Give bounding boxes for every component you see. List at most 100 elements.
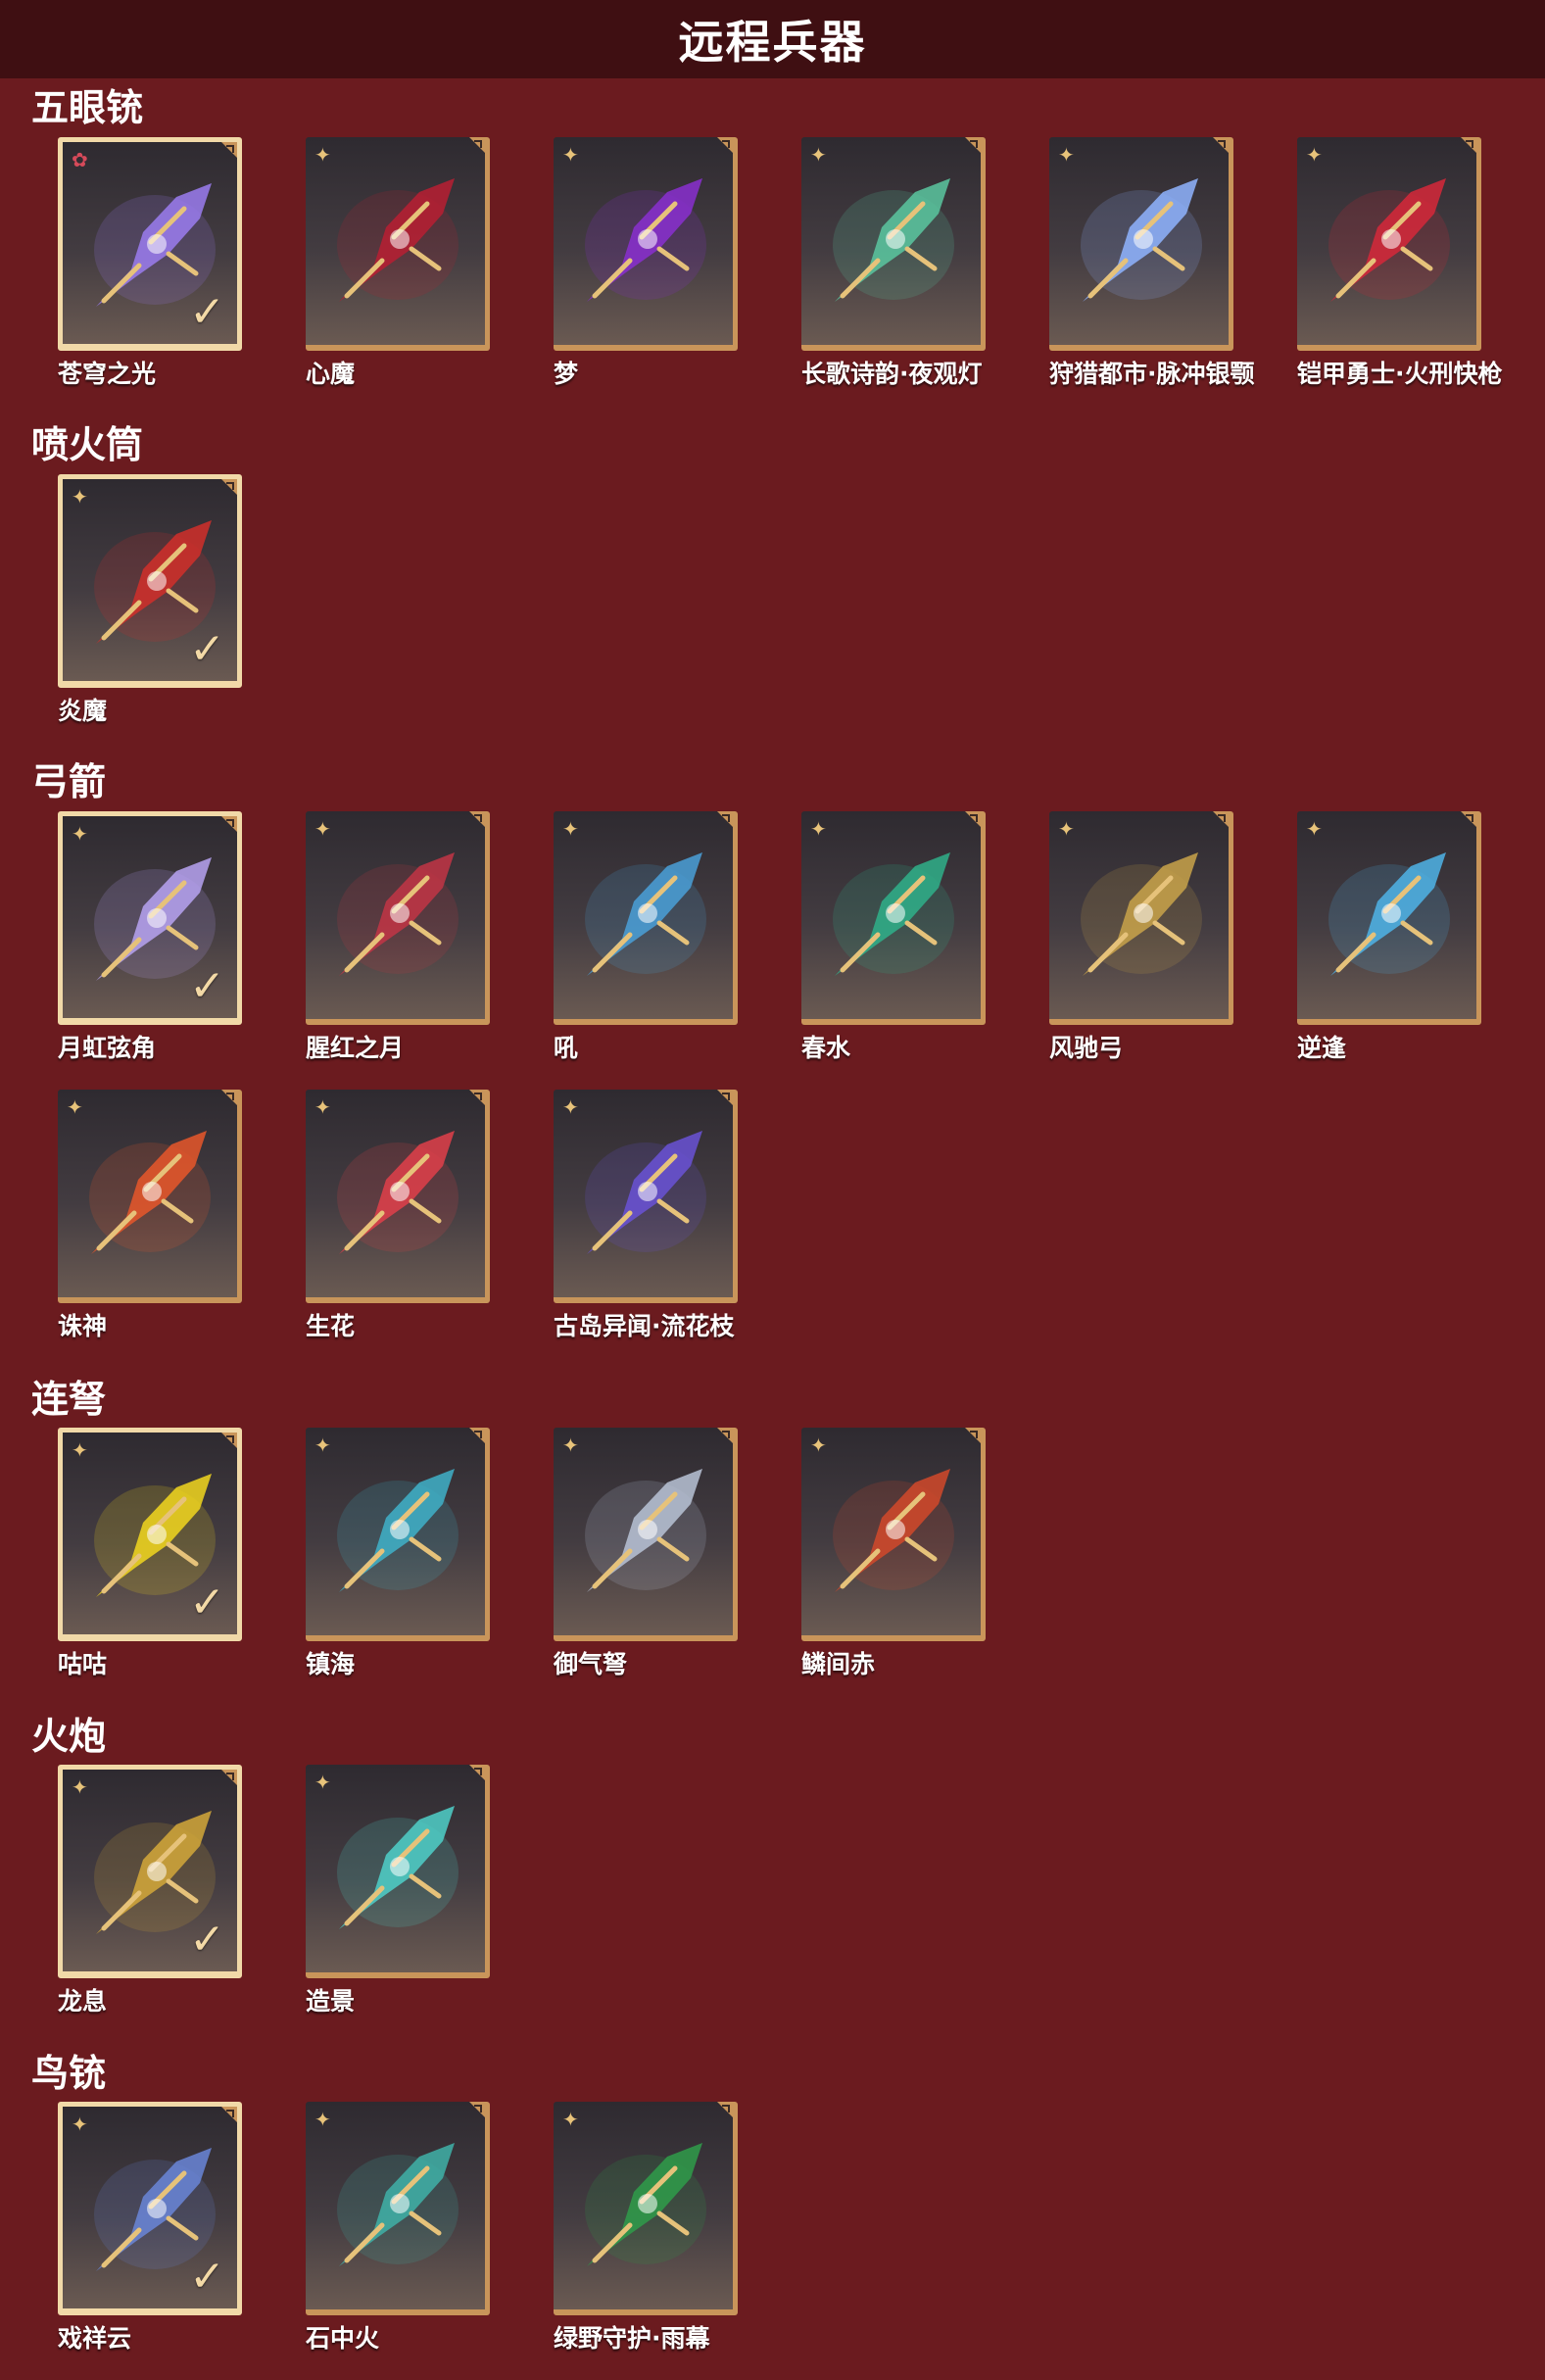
check-icon: ✓	[189, 1578, 225, 1627]
weapon-name: 诛神	[58, 1312, 108, 1340]
weapon-card[interactable]: ✦	[306, 1428, 490, 1641]
weapon-card[interactable]: ✦	[554, 1090, 738, 1303]
weapon-card[interactable]: ✦ ✓	[58, 1428, 242, 1641]
blossom-bow-icon	[337, 1131, 459, 1254]
weapon-item[interactable]: ✦ ✓ 龙息	[58, 1765, 254, 2017]
weapon-card[interactable]: ✦	[554, 811, 738, 1025]
weapon-card[interactable]: ✦	[306, 137, 490, 351]
weapon-name: 心魔	[306, 360, 356, 388]
corner-tab-icon	[1213, 137, 1229, 153]
weapon-card[interactable]: ✦	[306, 1090, 490, 1303]
weapon-name: 戏祥云	[58, 2324, 132, 2353]
corner-tab-icon	[469, 1428, 485, 1443]
corner-tab-icon	[1461, 137, 1476, 153]
weapon-item[interactable]: ✦ 铠甲勇士·火刑快枪	[1297, 137, 1503, 390]
weapon-name: 春水	[801, 1034, 851, 1062]
weapon-card[interactable]: ✦	[1049, 137, 1233, 351]
weapon-name: 逆逢	[1297, 1034, 1347, 1062]
weapon-item[interactable]: ✦ 春水	[801, 811, 997, 1064]
category-title: 弓箭	[31, 760, 107, 803]
weapon-item[interactable]: ✦ 生花	[306, 1090, 502, 1342]
weapon-card[interactable]: ✦	[306, 811, 490, 1025]
corner-tab-icon	[469, 811, 485, 827]
weapon-name: 腥红之月	[306, 1034, 405, 1062]
corner-tab-icon	[469, 137, 485, 153]
weapon-item[interactable]: ✦ 石中火	[306, 2102, 502, 2355]
weapon-name: 铠甲勇士·火刑快枪	[1297, 360, 1503, 388]
lantern-gun-icon	[833, 178, 954, 302]
weapon-card[interactable]: ✦ ✓	[58, 811, 242, 1025]
weapon-card[interactable]: ✦	[554, 1428, 738, 1641]
weapon-item[interactable]: ✦ 逆逢	[1297, 811, 1493, 1064]
weapon-name: 炎魔	[58, 697, 108, 725]
corner-tab-icon	[221, 816, 237, 832]
weapon-card[interactable]: ✦ ✓	[58, 474, 242, 688]
weapon-name: 月虹弦角	[58, 1034, 157, 1062]
weapon-card[interactable]: ✦	[58, 1090, 242, 1303]
weapon-item[interactable]: ✦ 镇海	[306, 1428, 502, 1680]
weapon-item[interactable]: ✦ ✓ 月虹弦角	[58, 811, 254, 1064]
fire-bow-icon	[89, 1131, 211, 1254]
weapon-card[interactable]: ✦	[801, 137, 986, 351]
corner-tab-icon	[221, 1433, 237, 1448]
weapon-item[interactable]: ✦ 狩猎都市·脉冲银颚	[1049, 137, 1255, 390]
weapon-name: 苍穹之光	[58, 360, 157, 388]
roar-bow-icon	[585, 852, 706, 976]
violet-gauntlet-icon	[585, 178, 706, 302]
weapon-card[interactable]: ✦	[1297, 137, 1481, 351]
red-blaster-icon	[1328, 178, 1450, 302]
weapon-card[interactable]: ✦ ✓	[58, 2102, 242, 2315]
weapon-item[interactable]: ✦ 绿野守护·雨幕	[554, 2102, 749, 2355]
weapon-item[interactable]: ✦ 腥红之月	[306, 811, 502, 1064]
weapon-item[interactable]: ✦ 吼	[554, 811, 749, 1064]
corner-tab-icon	[221, 1770, 237, 1785]
category-title: 喷火筒	[31, 423, 144, 466]
corner-tab-icon	[469, 2102, 485, 2117]
page-title: 远程兵器	[678, 16, 867, 69]
weapon-item[interactable]: ✦ 古岛异闻·流花枝	[554, 1090, 749, 1342]
weapon-item[interactable]: ✦ 梦	[554, 137, 749, 390]
weapon-card[interactable]: ✿ ✓	[58, 137, 242, 351]
weapon-item[interactable]: ✦ ✓ 咕咕	[58, 1428, 254, 1680]
corner-tab-icon	[1213, 811, 1229, 827]
check-icon: ✓	[189, 961, 225, 1011]
corner-tab-icon	[717, 137, 733, 153]
weapon-name: 石中火	[306, 2324, 380, 2353]
weapon-item[interactable]: ✦ 长歌诗韵·夜观灯	[801, 137, 997, 390]
weapon-name: 风驰弓	[1049, 1034, 1124, 1062]
corner-tab-icon	[965, 1428, 981, 1443]
weapon-card[interactable]: ✦	[306, 1765, 490, 1978]
azure-bow-icon	[1328, 852, 1450, 976]
corner-tab-icon	[221, 2107, 237, 2122]
weapon-item[interactable]: ✦ 御气弩	[554, 1428, 749, 1680]
weapon-card[interactable]: ✦	[554, 137, 738, 351]
weapon-card[interactable]: ✦	[1297, 811, 1481, 1025]
weapon-name: 生花	[306, 1312, 356, 1340]
weapon-item[interactable]: ✦ ✓ 戏祥云	[58, 2102, 254, 2355]
weapon-card[interactable]: ✦	[801, 1428, 986, 1641]
category-title: 连弩	[31, 1378, 107, 1421]
jade-cannon-icon	[337, 1806, 459, 1929]
crimson-bow-icon	[337, 852, 459, 976]
weapon-item[interactable]: ✦ 鳞间赤	[801, 1428, 997, 1680]
weapon-name: 鳞间赤	[801, 1650, 876, 1678]
weapon-name: 咕咕	[58, 1650, 108, 1678]
weapon-item[interactable]: ✦ 心魔	[306, 137, 502, 390]
weapon-item[interactable]: ✿ ✓ 苍穹之光	[58, 137, 254, 390]
carp-crossbow-icon	[833, 1469, 954, 1592]
check-icon: ✓	[189, 287, 225, 337]
weapon-item[interactable]: ✦ 风驰弓	[1049, 811, 1245, 1064]
weapon-card[interactable]: ✦	[801, 811, 986, 1025]
corner-tab-icon	[717, 2102, 733, 2117]
weapon-name: 绿野守护·雨幕	[554, 2324, 710, 2353]
weapon-card[interactable]: ✦	[554, 2102, 738, 2315]
weapon-card[interactable]: ✦ ✓	[58, 1765, 242, 1978]
weapon-card[interactable]: ✦	[1049, 811, 1233, 1025]
weapon-item[interactable]: ✦ 造景	[306, 1765, 502, 2017]
weapon-item[interactable]: ✦ 诛神	[58, 1090, 254, 1342]
silver-crossbow-icon	[585, 1469, 706, 1592]
weapon-card[interactable]: ✦	[306, 2102, 490, 2315]
weapon-name: 龙息	[58, 1987, 108, 2016]
corner-tab-icon	[221, 479, 237, 495]
weapon-item[interactable]: ✦ ✓ 炎魔	[58, 474, 254, 727]
